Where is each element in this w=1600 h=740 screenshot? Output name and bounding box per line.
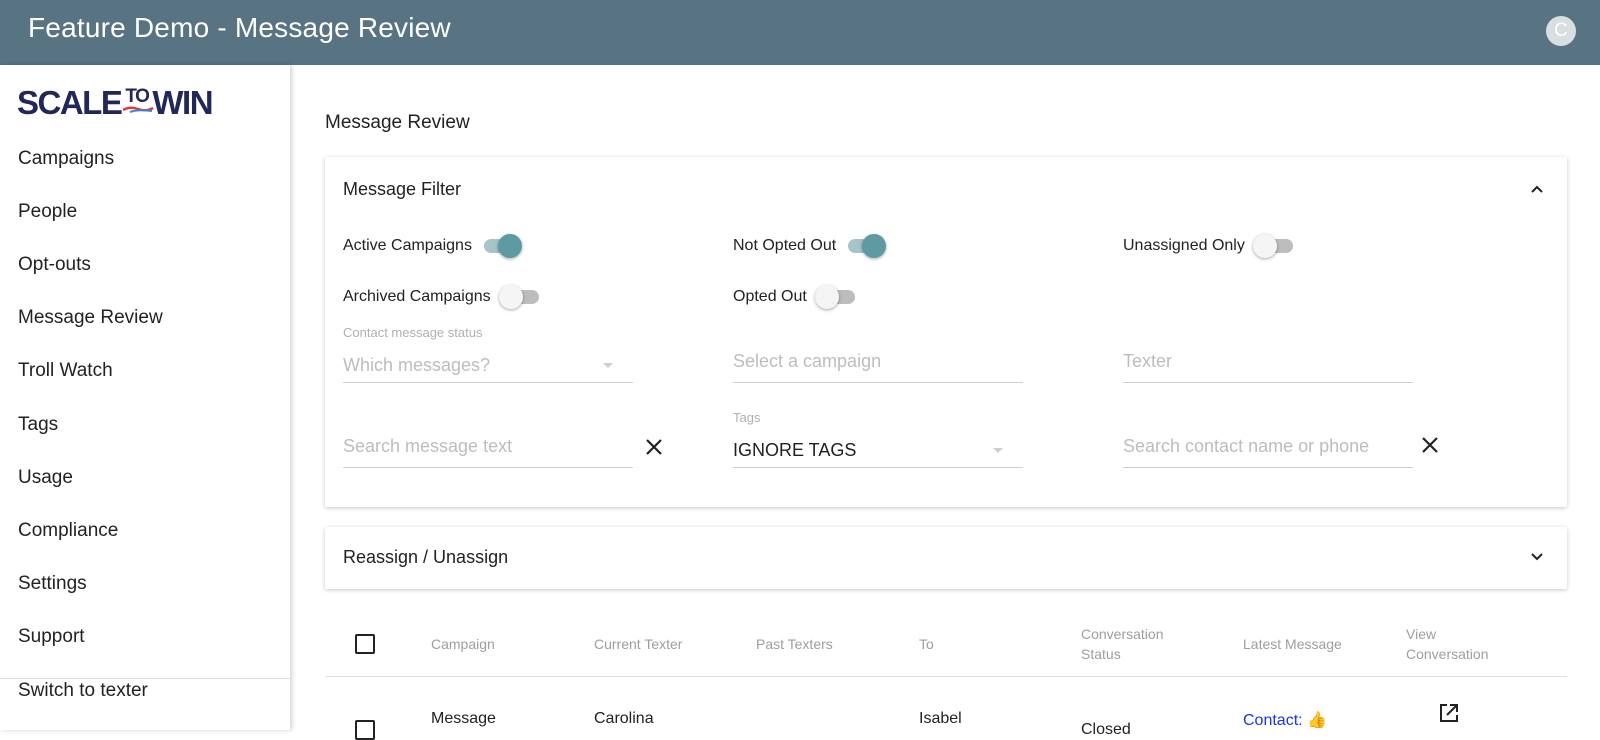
col-latest-message[interactable]: Latest Message (1243, 634, 1342, 654)
opted-out-label: Opted Out (733, 288, 807, 305)
col-to[interactable]: To (919, 634, 934, 654)
active-campaigns-switch[interactable] (483, 234, 522, 258)
col-conversation-status-line2: Status (1081, 646, 1121, 662)
chevron-up-icon[interactable] (1529, 181, 1545, 197)
logo-text-to-label: TO (125, 86, 150, 107)
unassigned-only-toggle-row[interactable]: Unassigned Only (1123, 234, 1293, 258)
message-filter-card: Message Filter Active Campaigns Not Opte… (325, 157, 1567, 507)
col-campaign[interactable]: Campaign (431, 634, 495, 654)
sidebar-item-message-review[interactable]: Message Review (18, 307, 163, 329)
sidebar-item-tags[interactable]: Tags (18, 414, 58, 436)
row-current-texter: Carolina (594, 710, 654, 727)
message-filter-header[interactable]: Message Filter (343, 179, 461, 200)
col-current-texter[interactable]: Current Texter (594, 634, 682, 654)
col-view-conversation-line1: View (1406, 626, 1437, 642)
row-status: Closed (1081, 721, 1131, 738)
col-conversation-status-line1: Conversation (1081, 626, 1164, 642)
tags-label: Tags (733, 410, 761, 425)
app-header: Feature Demo - Message Review C (0, 0, 1600, 65)
opted-out-switch[interactable] (814, 285, 855, 309)
unassigned-only-label: Unassigned Only (1123, 237, 1245, 254)
scale-to-win-logo[interactable]: SCALE TO WIN (17, 84, 214, 121)
dropdown-caret-icon (993, 448, 1003, 453)
row-to: Isabel (919, 710, 962, 727)
page-header-title: Feature Demo - Message Review (28, 12, 451, 43)
archived-campaigns-switch[interactable] (498, 285, 539, 309)
active-campaigns-label: Active Campaigns (343, 237, 472, 254)
sidebar-item-opt-outs[interactable]: Opt-outs (18, 254, 91, 276)
clear-contact-search-icon[interactable] (1420, 435, 1440, 455)
sidebar-item-campaigns[interactable]: Campaigns (18, 148, 114, 170)
messages-table-header: Campaign Current Texter Past Texters To … (325, 612, 1567, 677)
page-title: Message Review (325, 112, 470, 133)
contact-status-placeholder: Which messages? (343, 355, 491, 375)
tags-select[interactable]: Tags IGNORE TAGS (733, 410, 1023, 468)
not-opted-out-switch[interactable] (848, 234, 887, 258)
reassign-card[interactable]: Reassign / Unassign (325, 527, 1567, 589)
main-content: Message Review Message Filter Active Cam… (290, 65, 1600, 740)
row-latest-message[interactable]: Contact: 👍 (1243, 710, 1327, 730)
col-view-conversation: View Conversation (1406, 624, 1489, 664)
logo-flag-icon (122, 106, 154, 113)
unassigned-only-switch[interactable] (1252, 234, 1293, 258)
sidebar-item-support[interactable]: Support (18, 626, 85, 648)
row-checkbox[interactable] (355, 720, 375, 740)
archived-campaigns-toggle-row[interactable]: Archived Campaigns (343, 285, 539, 309)
texter-input[interactable] (1123, 351, 1413, 372)
col-view-conversation-line2: Conversation (1406, 646, 1489, 662)
open-in-new-icon[interactable] (1438, 702, 1460, 724)
texter-field[interactable] (1123, 349, 1413, 383)
reassign-header[interactable]: Reassign / Unassign (343, 547, 508, 568)
contact-search-input[interactable] (1123, 436, 1413, 457)
sidebar-item-usage[interactable]: Usage (18, 467, 73, 489)
message-search-input[interactable] (343, 436, 633, 457)
dropdown-caret-icon (603, 363, 613, 368)
logo-text-win: WIN (152, 84, 213, 121)
logo-text-to: TO (122, 86, 154, 113)
contact-search-field[interactable] (1123, 434, 1413, 468)
tags-value: IGNORE TAGS (733, 440, 857, 460)
sidebar-item-troll-watch[interactable]: Troll Watch (18, 360, 113, 382)
sidebar-item-compliance[interactable]: Compliance (18, 520, 118, 542)
sidebar: SCALE TO WIN Campaigns People Opt-outs M… (0, 65, 290, 730)
opted-out-toggle-row[interactable]: Opted Out (733, 285, 855, 309)
contact-status-select[interactable]: Contact message status Which messages? (343, 325, 633, 383)
active-campaigns-toggle-row[interactable]: Active Campaigns (343, 234, 522, 258)
campaign-select-input[interactable] (733, 351, 1023, 372)
sidebar-item-settings[interactable]: Settings (18, 573, 87, 595)
col-conversation-status[interactable]: Conversation Status (1081, 624, 1164, 664)
user-avatar[interactable]: C (1546, 16, 1576, 46)
select-all-checkbox[interactable] (355, 634, 375, 654)
not-opted-out-toggle-row[interactable]: Not Opted Out (733, 234, 887, 258)
sidebar-item-people[interactable]: People (18, 201, 77, 223)
row-campaign: Message (431, 710, 496, 727)
contact-status-label: Contact message status (343, 325, 483, 340)
chevron-down-icon[interactable] (1529, 549, 1545, 565)
message-search-field[interactable] (343, 434, 633, 468)
archived-campaigns-label: Archived Campaigns (343, 288, 491, 305)
switch-to-texter-link[interactable]: Switch to texter (18, 680, 148, 702)
campaign-select-field[interactable] (733, 349, 1023, 383)
sidebar-divider (0, 678, 290, 679)
clear-message-search-icon[interactable] (644, 437, 664, 457)
not-opted-out-label: Not Opted Out (733, 237, 837, 254)
col-past-texters[interactable]: Past Texters (756, 634, 833, 654)
logo-text-scale: SCALE (17, 84, 123, 121)
